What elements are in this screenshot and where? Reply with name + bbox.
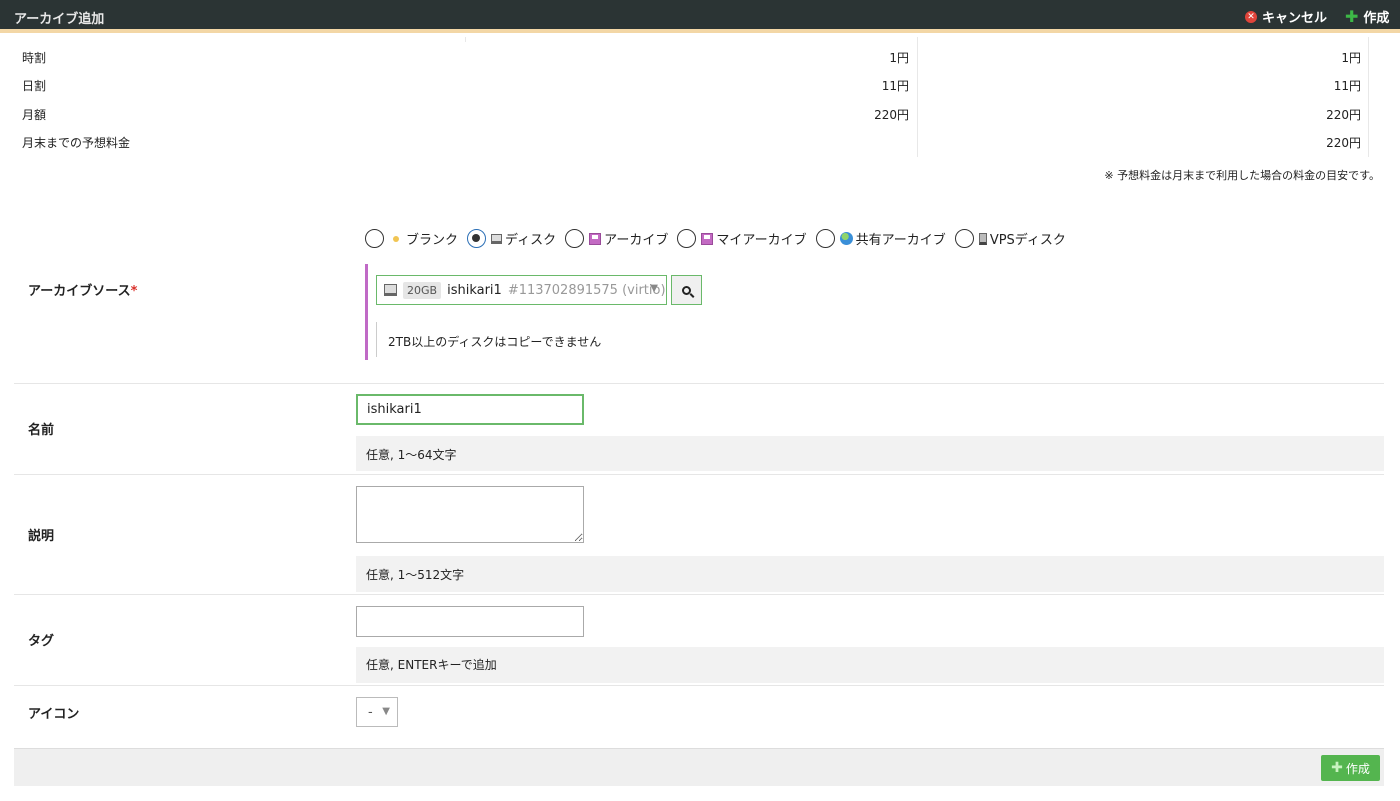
size-badge: 20GB bbox=[403, 281, 442, 299]
source-radio-group: ブランク ディスク アーカイブ マイアーカイブ 共有アーカイブ VPSディスク bbox=[365, 229, 1075, 248]
price-row-daily: 日割 11円 11円 bbox=[0, 68, 1400, 96]
hint-background bbox=[356, 436, 1384, 471]
radio-label: ブランク bbox=[406, 233, 459, 248]
note-divider bbox=[376, 322, 377, 357]
price-label: 日割 bbox=[22, 79, 47, 93]
close-icon: ✕ bbox=[1245, 10, 1257, 23]
tags-label: タグ bbox=[28, 634, 55, 649]
radio-blank[interactable]: ブランク bbox=[365, 229, 458, 248]
name-hint: 任意, 1〜64文字 bbox=[366, 448, 457, 462]
plus-icon: ✚ bbox=[1331, 760, 1343, 776]
price-value: 1円 bbox=[1341, 51, 1361, 65]
radio-vps-disk[interactable]: VPSディスク bbox=[954, 229, 1066, 248]
price-value: 220円 bbox=[874, 108, 909, 122]
radio-disk[interactable]: ディスク bbox=[467, 229, 556, 248]
footer-create-button[interactable]: ✚ 作成 bbox=[1321, 755, 1380, 781]
row-separator bbox=[14, 383, 1384, 384]
radio-button[interactable] bbox=[815, 229, 835, 248]
price-row-hourly: 時割 1円 1円 bbox=[0, 40, 1400, 68]
description-textarea[interactable] bbox=[356, 486, 584, 543]
name-input[interactable] bbox=[356, 394, 584, 425]
tags-hint: 任意, ENTERキーで追加 bbox=[366, 658, 497, 672]
vps-disk-icon bbox=[978, 232, 987, 245]
blank-icon bbox=[393, 235, 399, 242]
dialog-title: アーカイブ追加 bbox=[14, 12, 105, 27]
price-value: 220円 bbox=[1326, 136, 1361, 150]
archive-icon bbox=[589, 232, 602, 245]
price-row-estimate: 月末までの予想料金 220円 bbox=[0, 125, 1400, 153]
pricing-note: ※ 予想料金は月末まで利用した場合の料金の目安です。 bbox=[1104, 169, 1380, 182]
chevron-down-icon: ▼ bbox=[650, 283, 658, 294]
source-label: アーカイブソース* bbox=[28, 284, 138, 299]
globe-icon bbox=[839, 232, 853, 245]
radio-label: VPSディスク bbox=[989, 233, 1066, 248]
price-value: 11円 bbox=[881, 79, 909, 93]
radio-button[interactable] bbox=[677, 229, 697, 248]
price-label: 月額 bbox=[22, 108, 47, 122]
radio-shared-archive[interactable]: 共有アーカイブ bbox=[815, 229, 946, 248]
price-value: 1円 bbox=[889, 51, 909, 65]
disk-icon bbox=[491, 233, 503, 244]
chevron-down-icon: ▼ bbox=[382, 706, 390, 717]
row-separator bbox=[14, 685, 1384, 686]
source-disk-select[interactable]: 20GB ishikari1 #113702891575 (virtio) ▼ bbox=[376, 275, 667, 305]
radio-label: ディスク bbox=[505, 233, 557, 248]
disk-name: ishikari1 bbox=[447, 282, 502, 298]
create-label: 作成 bbox=[1363, 11, 1390, 26]
radio-button[interactable] bbox=[954, 229, 974, 248]
radio-button[interactable] bbox=[467, 229, 487, 248]
disk-id: #113702891575 (virtio) bbox=[507, 282, 666, 298]
hint-background bbox=[356, 556, 1384, 592]
icon-select-value: - bbox=[368, 704, 373, 720]
required-mark: * bbox=[130, 284, 138, 299]
hint-background bbox=[356, 647, 1384, 683]
radio-label: アーカイブ bbox=[604, 233, 669, 248]
tags-input[interactable] bbox=[356, 606, 584, 637]
dialog-footer bbox=[14, 748, 1384, 786]
price-label: 月末までの予想料金 bbox=[22, 136, 131, 150]
dialog-header: アーカイブ追加 ✕ キャンセル ✚ 作成 bbox=[0, 0, 1400, 33]
source-note: 2TB以上のディスクはコピーできません bbox=[388, 335, 602, 349]
price-value: 220円 bbox=[1326, 108, 1361, 122]
cancel-label: キャンセル bbox=[1262, 11, 1328, 26]
create-button[interactable]: ✚ 作成 bbox=[1345, 7, 1389, 26]
search-button[interactable] bbox=[671, 275, 702, 305]
row-separator bbox=[14, 474, 1384, 475]
description-label: 説明 bbox=[28, 529, 55, 544]
icon-label: アイコン bbox=[28, 707, 80, 722]
radio-button[interactable] bbox=[565, 229, 585, 248]
price-label: 時割 bbox=[22, 51, 47, 65]
price-value: 11円 bbox=[1333, 79, 1361, 93]
cancel-button[interactable]: ✕ キャンセル bbox=[1245, 7, 1327, 26]
radio-label: マイアーカイブ bbox=[716, 233, 807, 248]
radio-button[interactable] bbox=[365, 229, 384, 248]
radio-my-archive[interactable]: マイアーカイブ bbox=[677, 229, 807, 248]
disk-icon bbox=[384, 284, 397, 296]
radio-label: 共有アーカイブ bbox=[855, 233, 946, 248]
name-label: 名前 bbox=[28, 423, 55, 438]
source-accent-bar bbox=[365, 264, 368, 360]
row-separator bbox=[14, 594, 1384, 595]
archive-icon bbox=[701, 232, 714, 245]
search-icon bbox=[682, 285, 691, 295]
description-hint: 任意, 1〜512文字 bbox=[366, 568, 465, 582]
price-row-monthly: 月額 220円 220円 bbox=[0, 97, 1400, 125]
icon-select[interactable]: - ▼ bbox=[356, 697, 398, 727]
plus-icon: ✚ bbox=[1345, 6, 1359, 26]
radio-archive[interactable]: アーカイブ bbox=[565, 229, 668, 248]
footer-create-label: 作成 bbox=[1345, 761, 1370, 776]
